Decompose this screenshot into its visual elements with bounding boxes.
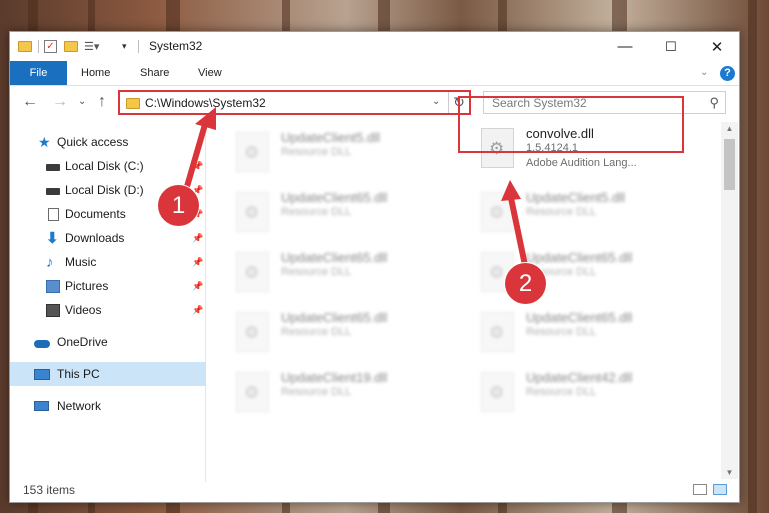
arrow-to-address-bar: [183, 118, 209, 193]
step-1-badge: 1: [158, 185, 199, 226]
step-2-badge: 2: [505, 263, 546, 304]
annotation-arrows: [183, 107, 529, 273]
arrow-to-dll-file: [508, 195, 529, 273]
arrowhead-file: [501, 180, 521, 201]
arrowhead-address: [195, 107, 216, 130]
